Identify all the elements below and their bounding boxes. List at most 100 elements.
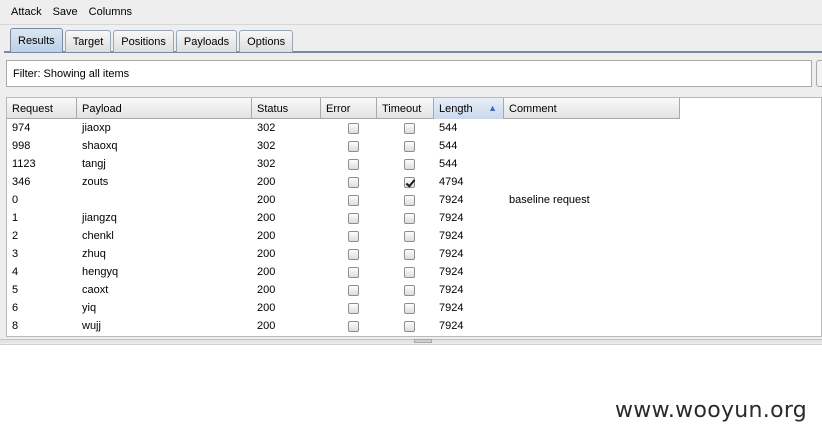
cell-status: 200	[257, 194, 276, 206]
cell-timeout	[377, 119, 434, 137]
error-checkbox[interactable]	[348, 158, 359, 170]
cell-comment: baseline request	[509, 194, 590, 206]
cell-timeout	[377, 317, 434, 335]
column-comment[interactable]: Comment	[504, 98, 680, 119]
table-row[interactable]: 2 chenkl 200 7924	[7, 227, 680, 245]
cell-request: 6	[12, 302, 19, 314]
tab-payloads[interactable]: Payloads	[175, 30, 238, 52]
table-row[interactable]: 8 wujj 200 7924	[7, 317, 680, 335]
error-checkbox[interactable]	[348, 266, 359, 278]
filter-bar[interactable]: Filter: Showing all items	[6, 60, 812, 87]
cell-length: 7924	[439, 320, 464, 332]
table-row[interactable]: 974 jiaoxp 302 544	[7, 119, 680, 137]
table-row[interactable]: 1 jiangzq 200 7924	[7, 209, 680, 227]
error-checkbox[interactable]	[348, 176, 359, 188]
cell-comment	[504, 155, 680, 173]
cell-comment	[504, 317, 680, 335]
column-error[interactable]: Error	[321, 98, 377, 119]
table-row[interactable]: 4 hengyq 200 7924	[7, 263, 680, 281]
table-row[interactable]: 6 yiq 200 7924	[7, 299, 680, 317]
cell-payload: shaoxq	[82, 140, 118, 152]
pane-splitter[interactable]	[0, 339, 822, 343]
column-timeout[interactable]: Timeout	[377, 98, 434, 119]
menu-columns[interactable]: Columns	[86, 4, 135, 20]
table-row[interactable]: 0 200 7924 baseline request	[7, 191, 680, 209]
timeout-checkbox[interactable]	[404, 158, 415, 170]
cell-error	[321, 119, 377, 137]
tab-options[interactable]: Options	[239, 30, 294, 52]
cell-payload: wujj	[82, 320, 101, 332]
cell-timeout	[377, 299, 434, 317]
table-row[interactable]: 998 shaoxq 302 544	[7, 137, 680, 155]
table-row[interactable]: 346 zouts 200 4794	[7, 173, 680, 191]
filter-side-button[interactable]	[816, 60, 822, 87]
error-checkbox[interactable]	[348, 302, 359, 314]
error-checkbox[interactable]	[348, 194, 359, 206]
timeout-checkbox[interactable]	[404, 302, 415, 314]
cell-payload: caoxt	[82, 284, 109, 296]
column-length[interactable]: Length ▲	[434, 98, 504, 119]
error-checkbox[interactable]	[348, 248, 359, 260]
cell-comment	[504, 281, 680, 299]
cell-comment	[504, 173, 680, 191]
timeout-checkbox[interactable]	[404, 248, 415, 260]
cell-error	[321, 191, 377, 209]
cell-request: 8	[12, 320, 19, 332]
column-request[interactable]: Request	[7, 98, 77, 119]
timeout-checkbox[interactable]	[404, 140, 415, 152]
cell-status: 200	[257, 176, 276, 188]
cell-length: 544	[439, 122, 458, 134]
error-checkbox[interactable]	[348, 212, 359, 224]
tab-target[interactable]: Target	[64, 30, 112, 52]
timeout-checkbox[interactable]	[404, 266, 415, 278]
cell-status: 200	[257, 266, 276, 278]
cell-error	[321, 155, 377, 173]
cell-error	[321, 317, 377, 335]
tab-positions[interactable]: Positions	[113, 30, 174, 52]
timeout-checkbox[interactable]	[404, 122, 415, 134]
table-row[interactable]: 5 caoxt 200 7924	[7, 281, 680, 299]
cell-timeout	[377, 281, 434, 299]
menu-attack[interactable]: Attack	[8, 4, 45, 20]
cell-timeout	[377, 155, 434, 173]
timeout-checkbox[interactable]	[404, 176, 415, 188]
column-status[interactable]: Status	[252, 98, 321, 119]
cell-payload: jiaoxp	[82, 122, 111, 134]
table-row[interactable]: 1123 tangj 302 544	[7, 155, 680, 173]
cell-error	[321, 227, 377, 245]
cell-status: 200	[257, 230, 276, 242]
menu-save[interactable]: Save	[50, 4, 81, 20]
cell-payload: yiq	[82, 302, 97, 314]
cell-timeout	[377, 173, 434, 191]
timeout-checkbox[interactable]	[404, 284, 415, 296]
error-checkbox[interactable]	[348, 140, 359, 152]
cell-error	[321, 263, 377, 281]
cell-payload: zhuq	[82, 248, 106, 260]
splitter-grip[interactable]	[414, 339, 432, 343]
cell-timeout	[377, 137, 434, 155]
tab-results[interactable]: Results	[10, 28, 63, 52]
results-table: Request Payload Status Error Timeout Len…	[6, 97, 822, 337]
error-checkbox[interactable]	[348, 230, 359, 242]
timeout-checkbox[interactable]	[404, 212, 415, 224]
cell-error	[321, 245, 377, 263]
table-body: 974 jiaoxp 302 544 998 shaoxq 302 544 1123 tangj 3…	[7, 119, 680, 335]
cell-length: 544	[439, 158, 458, 170]
table-row[interactable]: 3 zhuq 200 7924	[7, 245, 680, 263]
cell-request: 5	[12, 284, 19, 296]
timeout-checkbox[interactable]	[404, 230, 415, 242]
error-checkbox[interactable]	[348, 284, 359, 296]
timeout-checkbox[interactable]	[404, 320, 415, 332]
cell-timeout	[377, 263, 434, 281]
error-checkbox[interactable]	[348, 320, 359, 332]
column-payload[interactable]: Payload	[77, 98, 252, 119]
cell-error	[321, 209, 377, 227]
cell-request: 2	[12, 230, 19, 242]
cell-payload	[77, 191, 252, 209]
cell-request: 3	[12, 248, 19, 260]
cell-payload: jiangzq	[82, 212, 117, 224]
cell-status: 302	[257, 140, 276, 152]
cell-length: 7924	[439, 284, 464, 296]
error-checkbox[interactable]	[348, 122, 359, 134]
timeout-checkbox[interactable]	[404, 194, 415, 206]
